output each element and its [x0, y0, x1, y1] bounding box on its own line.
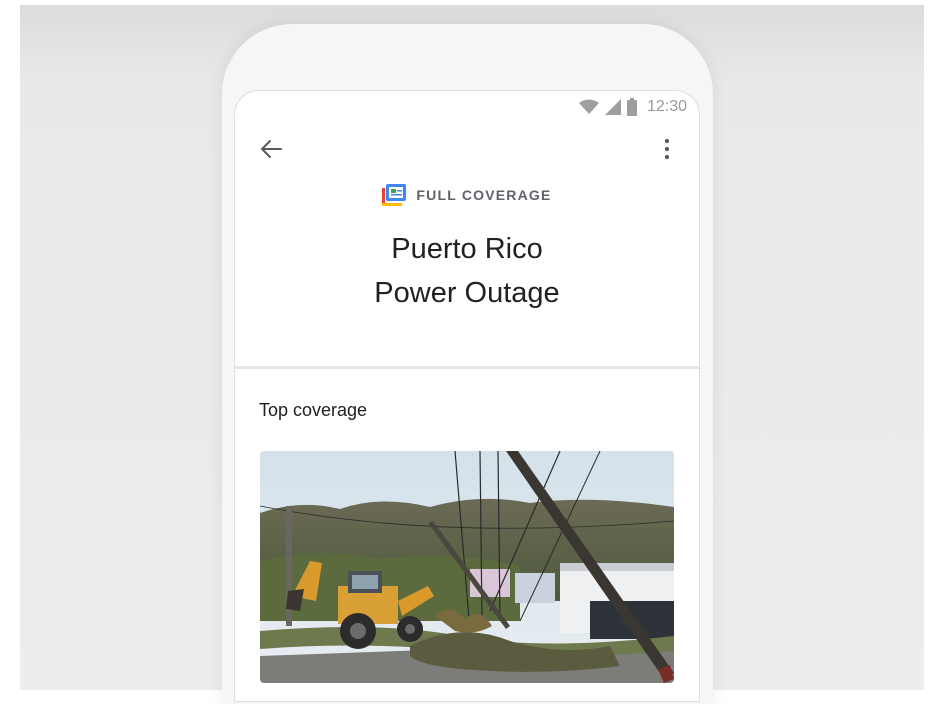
phone-screen: 12:30 FULL COVERAGE Puerto Rico Power Ou…: [235, 91, 699, 701]
status-bar: 12:30: [578, 97, 687, 117]
section-title: Top coverage: [259, 400, 368, 420]
section-divider: [235, 366, 699, 369]
more-vert-icon: [665, 139, 669, 143]
signal-icon: [604, 99, 621, 115]
status-time: 12:30: [646, 98, 687, 115]
full-coverage-label: FULL COVERAGE: [416, 187, 552, 203]
full-coverage-icon: [382, 184, 407, 206]
top-story-image[interactable]: [260, 451, 674, 683]
full-coverage-badge: FULL COVERAGE: [235, 184, 699, 206]
page-title-line-2: Power Outage: [374, 277, 560, 309]
app-bar: [235, 129, 699, 169]
storm-damage-photo: [260, 451, 674, 683]
arrow-back-icon: [261, 140, 282, 158]
wifi-icon: [578, 99, 599, 114]
more-options-button[interactable]: [657, 135, 677, 163]
page-title: Puerto Rico Power Outage: [235, 227, 699, 315]
battery-icon: [626, 98, 637, 116]
back-button[interactable]: [257, 135, 285, 163]
page-title-line-1: Puerto Rico: [391, 233, 543, 265]
